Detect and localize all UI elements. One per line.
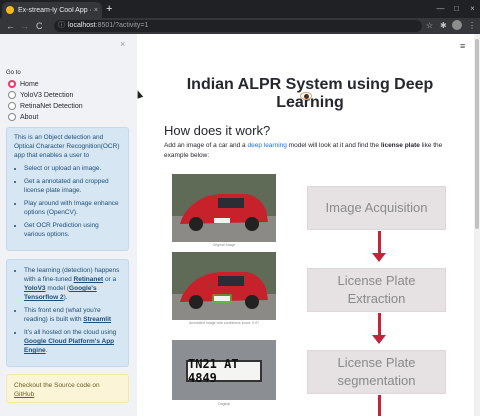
scrollbar-thumb[interactable] xyxy=(475,39,479,229)
flow-step-image-acquisition: Image Acquisition xyxy=(307,186,446,230)
radio-label: RetinaNet Detection xyxy=(20,102,83,110)
minimize-icon[interactable]: — xyxy=(436,4,445,13)
deep-learning-link[interactable]: deep learning xyxy=(247,142,286,149)
url-host: localhost xyxy=(68,22,96,29)
car-illustration xyxy=(172,252,276,320)
info-bullet: Get a annotated and cropped license plat… xyxy=(24,177,121,195)
browser-tabbar: Ex-stream-ly Cool App · Stre × + — □ × xyxy=(0,0,480,18)
annotated-car-image xyxy=(172,252,276,320)
back-icon[interactable]: ← xyxy=(6,20,15,32)
extensions-icon[interactable]: ✱ xyxy=(440,21,447,31)
info-box-about-app: This is an Object detection and Optical … xyxy=(6,127,129,251)
info-box-tech: The learning (detection) happens with a … xyxy=(6,259,129,367)
section-heading: How does it work? xyxy=(164,123,271,138)
gcp-link[interactable]: Google Cloud Platform's App Engine xyxy=(24,338,114,354)
source-code-box: Checkout the Source code on GitHub xyxy=(6,374,129,403)
source-code-text: Checkout the Source code on xyxy=(14,382,100,389)
sidebar: × Go to Home YoloV3 Detection RetinaNet … xyxy=(0,34,137,416)
original-car-image xyxy=(172,174,276,242)
yolov3-link[interactable]: YoloV3 xyxy=(24,285,46,292)
url-path: :8501/?activity=1 xyxy=(95,22,149,29)
info-bullet: Get OCR Prediction using various options… xyxy=(24,221,121,239)
radio-about[interactable]: About xyxy=(8,112,38,122)
tab-title: Ex-stream-ly Cool App · Stre xyxy=(18,6,91,14)
mouse-cursor-icon xyxy=(134,89,144,99)
radio-home[interactable]: Home xyxy=(8,79,39,89)
info-bullet: This front end (what you're reading) is … xyxy=(24,306,121,324)
goto-label: Go to xyxy=(6,70,21,76)
forward-icon[interactable]: → xyxy=(20,20,29,32)
radio-label: YoloV3 Detection xyxy=(20,91,74,99)
radio-label: Home xyxy=(20,80,39,88)
streamlit-link[interactable]: Streamlit xyxy=(83,316,111,323)
address-bar[interactable]: ⓘ localhost:8501/?activity=1 xyxy=(54,20,422,32)
hamburger-menu-icon[interactable]: ≡ xyxy=(460,41,465,51)
info-bullet: It's all hosted on the cloud using Googl… xyxy=(24,328,121,355)
radio-unselected-icon xyxy=(8,91,16,99)
new-tab-icon[interactable]: + xyxy=(106,3,112,15)
radio-label: About xyxy=(20,113,39,121)
info-text: This is an Object detection and Optical … xyxy=(14,134,120,159)
page-scrollbar[interactable] xyxy=(474,34,480,416)
eye-emoji-icon xyxy=(300,92,312,100)
retinanet-link[interactable]: Retinanet xyxy=(74,276,104,283)
flow-step-license-plate-extraction: License Plate Extraction xyxy=(307,268,446,312)
flow-arrow-head xyxy=(372,335,386,344)
flow-arrow xyxy=(378,395,381,416)
image-caption: Annotated Image with confidence score: 0… xyxy=(188,321,260,325)
browser-toolbar: ← → C ⓘ localhost:8501/?activity=1 ☆ ✱ ⋮ xyxy=(0,18,480,34)
streamlit-favicon-icon xyxy=(6,6,14,14)
image-caption: Original Image xyxy=(212,243,236,247)
info-bullet: Select or upload an image. xyxy=(24,164,121,173)
browser-tab[interactable]: Ex-stream-ly Cool App · Stre × xyxy=(2,2,102,18)
window-close-icon[interactable]: × xyxy=(468,4,477,13)
radio-retinanet[interactable]: RetinaNet Detection xyxy=(8,101,83,111)
plate-text: TN21 AT 4849 xyxy=(186,357,262,385)
flow-arrow xyxy=(378,313,381,335)
intro-paragraph: Add an image of a car and a deep learnin… xyxy=(164,142,443,159)
flow-arrow-head xyxy=(372,253,386,262)
flow-arrow xyxy=(378,231,381,253)
tab-close-icon[interactable]: × xyxy=(94,7,98,14)
flow-step-license-plate-segmentation: License Plate segmentation xyxy=(307,350,446,394)
site-info-icon[interactable]: ⓘ xyxy=(58,20,65,32)
page-viewport: × Go to Home YoloV3 Detection RetinaNet … xyxy=(0,34,480,416)
car-illustration xyxy=(172,174,276,242)
radio-yolov3[interactable]: YoloV3 Detection xyxy=(8,90,73,100)
license-plate-crop: TN21 AT 4849 xyxy=(172,340,276,400)
radio-unselected-icon xyxy=(8,102,16,110)
radio-unselected-icon xyxy=(8,113,16,121)
profile-avatar[interactable] xyxy=(452,20,462,30)
radio-selected-icon xyxy=(8,80,16,88)
info-bullet: Play around with Image enhance options (… xyxy=(24,199,121,217)
browser-menu-icon[interactable]: ⋮ xyxy=(468,21,476,31)
image-caption: Original xyxy=(217,402,231,406)
info-bullet: The learning (detection) happens with a … xyxy=(24,266,121,302)
reload-icon[interactable]: C xyxy=(36,20,43,32)
bookmark-star-icon[interactable]: ☆ xyxy=(426,21,433,31)
github-link[interactable]: GitHub xyxy=(14,391,34,398)
maximize-icon[interactable]: □ xyxy=(452,4,461,13)
sidebar-close-icon[interactable]: × xyxy=(120,39,125,49)
